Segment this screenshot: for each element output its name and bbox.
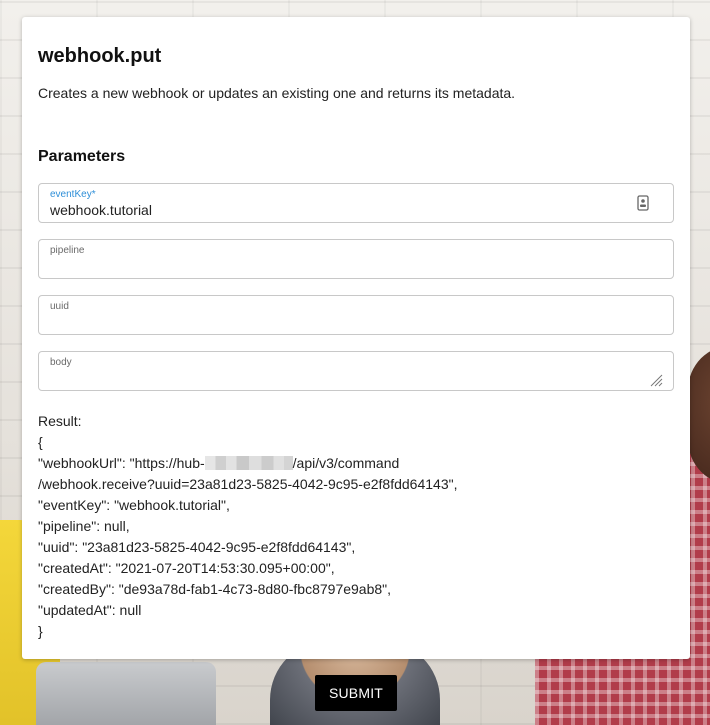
result-label: Result: — [38, 413, 82, 429]
result-line-part: /api/v3/command — [292, 455, 400, 471]
result-line: "uuid": "23a81d23-5825-4042-9c95-e2f8fdd… — [38, 539, 356, 555]
result-line: "createdBy": "de93a78d-fab1-4c73-8d80-fb… — [38, 581, 392, 597]
result-line: "pipeline": null, — [38, 518, 130, 534]
redacted-hostname — [204, 456, 293, 470]
webhook-form-card: webhook.put Creates a new webhook or upd… — [22, 17, 690, 659]
result-line: "createdAt": "2021-07-20T14:53:30.095+00… — [38, 560, 335, 576]
submit-button[interactable]: SUBMIT — [315, 675, 397, 711]
result-line-webhook-url: "webhookUrl": "https://hub- /api/v3/comma… — [38, 453, 457, 474]
result-line: "updatedAt": null — [38, 602, 142, 618]
pipeline-label: pipeline — [50, 245, 85, 256]
body-field[interactable]: body — [38, 351, 674, 391]
body-label: body — [50, 357, 72, 368]
pipeline-field[interactable]: pipeline — [38, 239, 674, 279]
event-key-label: eventKey* — [50, 189, 96, 200]
result-line: { — [38, 434, 43, 450]
result-line: /webhook.receive?uuid=23a81d23-5825-4042… — [38, 476, 458, 492]
result-line: "eventKey": "webhook.tutorial", — [38, 497, 230, 513]
event-key-field[interactable]: eventKey* webhook.tutorial — [38, 183, 674, 223]
page-title: webhook.put — [38, 45, 162, 67]
result-output: Result: { "webhookUrl": "https://hub- /ap… — [38, 411, 457, 642]
uuid-label: uuid — [50, 301, 69, 312]
laptop — [36, 662, 216, 725]
parameters-heading: Parameters — [38, 148, 126, 165]
contact-card-icon[interactable] — [637, 195, 649, 211]
result-line: } — [38, 623, 43, 639]
method-description: Creates a new webhook or updates an exis… — [38, 85, 516, 101]
event-key-value[interactable]: webhook.tutorial — [50, 202, 152, 218]
result-line-part: "webhookUrl": "https://hub- — [38, 455, 205, 471]
resize-handle-icon[interactable] — [649, 373, 663, 387]
uuid-field[interactable]: uuid — [38, 295, 674, 335]
